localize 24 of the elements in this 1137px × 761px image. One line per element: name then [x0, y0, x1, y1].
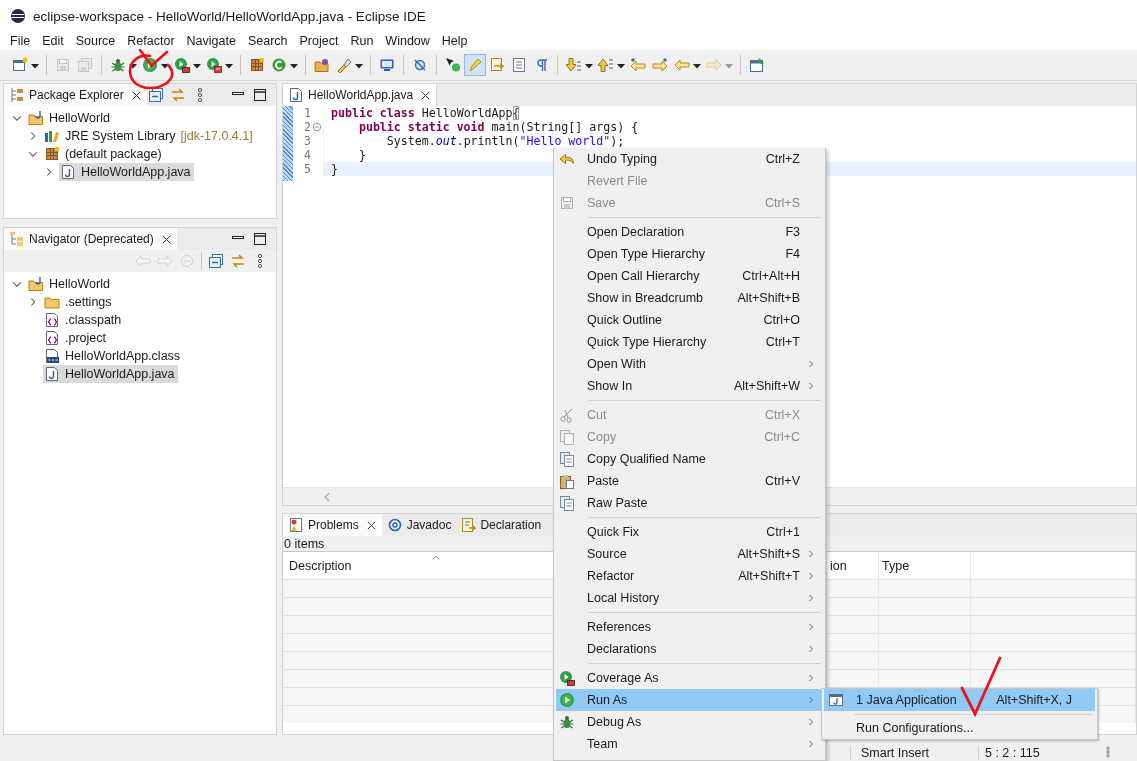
window-title: eclipse-workspace - HelloWorld/HelloWorldApp.java - Eclipse IDE — [33, 8, 426, 24]
line-number: 5 — [303, 162, 311, 176]
status-text: Smart Insert — [850, 746, 978, 760]
line-number: 3 — [303, 134, 311, 148]
code-line: public static void main(String[] args) { — [323, 120, 1136, 134]
keyboard-shortcut: F3 — [785, 225, 801, 239]
keyboard-shortcut: Ctrl+O — [763, 313, 801, 327]
line-number: 1 — [303, 106, 311, 120]
keyboard-shortcut: Ctrl+S — [764, 196, 801, 210]
status-text: 5 : 2 : 115 — [978, 746, 1090, 760]
line-number: 4 — [303, 148, 311, 162]
keyboard-shortcut: Ctrl+1 — [766, 525, 801, 539]
keyboard-shortcut: Alt+Shift+T — [738, 569, 801, 583]
keyboard-shortcut: Ctrl+C — [764, 430, 801, 444]
keyboard-shortcut: Ctrl+V — [764, 474, 801, 488]
keyboard-shortcut: Ctrl+X — [764, 408, 801, 422]
keyboard-shortcut: Alt+Shift+X, J — [996, 693, 1073, 707]
keyboard-shortcut: Ctrl+T — [765, 335, 801, 349]
keyboard-shortcut: Alt+Shift+W — [734, 379, 801, 393]
keyboard-shortcut: Alt+Shift+B — [737, 291, 801, 305]
keyboard-shortcut: F4 — [785, 247, 801, 261]
line-number: 2 — [303, 120, 311, 134]
keyboard-shortcut: Ctrl+Alt+H — [742, 269, 801, 283]
library-version: [jdk-17.0.4.1] — [180, 129, 253, 143]
